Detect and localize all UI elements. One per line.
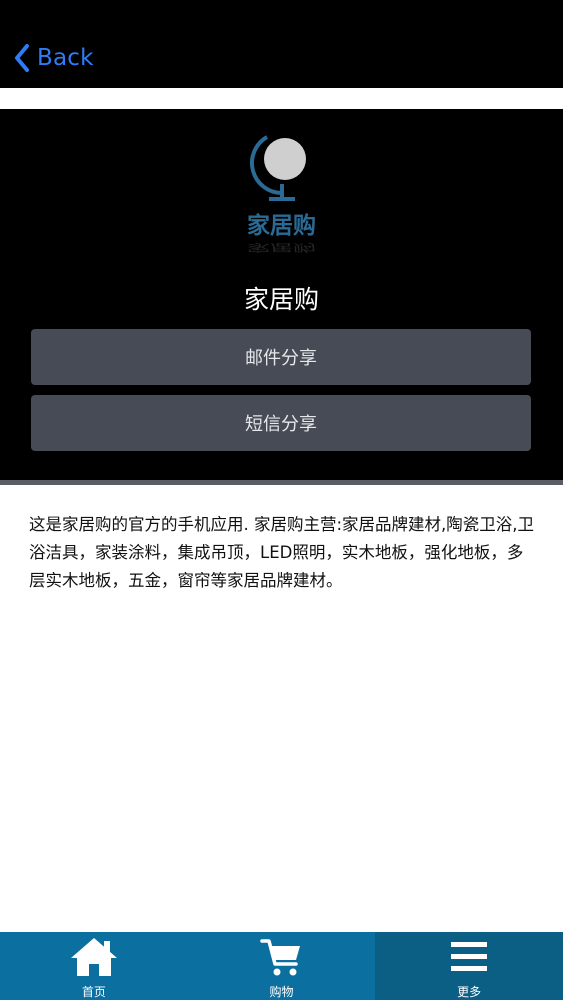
logo-text: 家居购 [247,213,316,239]
tab-more-label: 更多 [457,985,482,999]
tab-bar: 首页 购物 更多 [0,932,563,1000]
mail-share-button[interactable]: 邮件分享 [31,329,531,385]
app-name: 家居购 [243,285,319,314]
chevron-left-icon [14,44,30,72]
menu-icon [450,936,488,978]
tab-shopping[interactable]: 购物 [188,932,376,1000]
sms-share-button[interactable]: 短信分享 [31,395,531,451]
share-panel: 家居购 家居购 家居购 邮件分享 短信分享 [0,109,563,482]
navigation-bar: Back [0,0,563,88]
cart-icon [259,936,304,978]
app-logo [241,129,323,213]
tab-shopping-label: 购物 [269,985,294,999]
app-description: 这是家居购的官方的手机应用. 家居购主营:家居品牌建材,陶瓷卫浴,卫浴洁具，家装… [29,515,535,590]
back-button[interactable]: Back [14,40,94,76]
home-icon [69,936,119,978]
tab-home-label: 首页 [81,985,106,999]
back-button-label: Back [37,45,94,71]
header-spacer [0,88,563,109]
logo-text-reflection: 家居购 [247,241,316,253]
panel-divider [0,480,563,485]
tab-more[interactable]: 更多 [375,932,563,1000]
tab-home[interactable]: 首页 [0,932,188,1000]
